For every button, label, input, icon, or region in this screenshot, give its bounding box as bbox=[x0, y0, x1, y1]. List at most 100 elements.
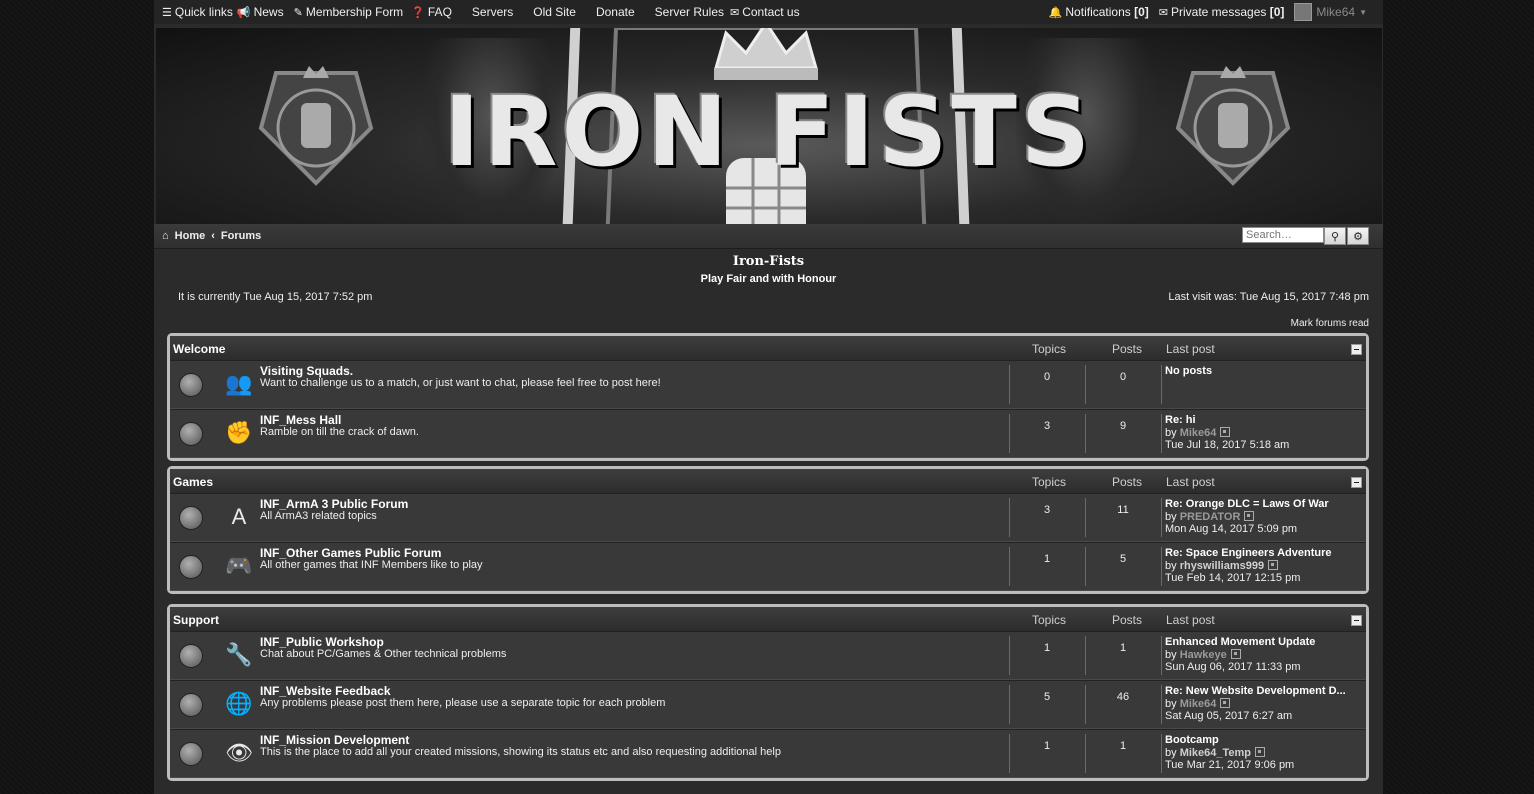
last-post-by-label: by bbox=[1165, 427, 1177, 439]
view-latest-post-icon[interactable] bbox=[1220, 427, 1231, 437]
forum-status-icon bbox=[179, 693, 203, 717]
last-post-title-link[interactable]: No posts bbox=[1165, 365, 1212, 377]
last-post-title-link[interactable]: Re: New Website Development D... bbox=[1165, 685, 1346, 697]
collapse-toggle-icon[interactable] bbox=[1351, 477, 1362, 488]
forum-title-link[interactable]: INF_Mess Hall bbox=[260, 413, 341, 427]
view-latest-post-icon[interactable] bbox=[1220, 698, 1231, 708]
column-divider bbox=[1161, 685, 1162, 724]
view-latest-post-icon[interactable] bbox=[1230, 649, 1241, 659]
column-divider bbox=[1161, 547, 1162, 586]
collapse-toggle-icon[interactable] bbox=[1351, 615, 1362, 626]
last-post-title-link[interactable]: Re: Orange DLC = Laws Of War bbox=[1165, 498, 1329, 510]
forum-description: Any problems please post them here, plea… bbox=[260, 697, 666, 709]
category-title[interactable]: Welcome bbox=[173, 342, 225, 356]
topics-count: 3 bbox=[1043, 420, 1051, 432]
forum-category-support: Support Topics Posts Last post 🔧 INF_Public W… bbox=[167, 604, 1369, 781]
server-rules-link[interactable]: Server Rules bbox=[655, 5, 724, 19]
forum-status-icon bbox=[179, 422, 203, 446]
posts-column-header: Posts bbox=[1112, 342, 1143, 356]
membership-form-link[interactable]: ✎ Membership Form bbox=[294, 5, 404, 19]
column-divider bbox=[1161, 498, 1162, 537]
posts-count: 46 bbox=[1116, 691, 1130, 703]
gear-icon: ⚙ bbox=[1353, 230, 1363, 243]
old-site-link[interactable]: Old Site bbox=[533, 5, 576, 19]
forum-title-link[interactable]: INF_ArmA 3 Public Forum bbox=[260, 497, 408, 511]
eye-icon: 👁 bbox=[225, 740, 253, 765]
last-post-info: Enhanced Movement Update by Hawkeye Sun Au… bbox=[1165, 636, 1315, 673]
forum-row: A INF_ArmA 3 Public Forum All ArmA3 relate… bbox=[170, 493, 1366, 542]
news-link[interactable]: 📢 News bbox=[237, 5, 284, 19]
notifications-count: [0] bbox=[1134, 5, 1149, 19]
forum-title-link[interactable]: INF_Public Workshop bbox=[260, 635, 384, 649]
last-post-title-link[interactable]: Enhanced Movement Update bbox=[1165, 636, 1315, 648]
posts-count: 1 bbox=[1119, 642, 1127, 654]
last-post-author-link[interactable]: Mike64_Temp bbox=[1180, 747, 1251, 759]
top-navbar: ☰ Quick links 📢 News ✎ Membership Form ❓ FAQ… bbox=[154, 0, 1383, 24]
forum-description: All ArmA3 related topics bbox=[260, 510, 377, 522]
topics-count: 3 bbox=[1043, 504, 1051, 516]
servers-link[interactable]: Servers bbox=[472, 5, 513, 19]
search-button[interactable]: ⚲ bbox=[1324, 227, 1346, 245]
quick-links-menu[interactable]: ☰ Quick links bbox=[162, 5, 233, 19]
forum-row: ✊ INF_Mess Hall Ramble on till the crack o… bbox=[170, 409, 1366, 458]
breadcrumb-forums[interactable]: Forums bbox=[221, 230, 261, 242]
arma-logo-icon: A bbox=[231, 504, 247, 529]
last-post-info: No posts bbox=[1165, 365, 1212, 377]
forum-status-icon bbox=[179, 506, 203, 530]
breadcrumb-home[interactable]: Home bbox=[175, 230, 206, 242]
contact-us-link[interactable]: ✉ Contact us bbox=[730, 5, 800, 19]
site-title: Iron-Fists bbox=[732, 254, 805, 269]
view-latest-post-icon[interactable] bbox=[1255, 747, 1266, 757]
forum-row: 🔧 INF_Public Workshop Chat about PC/Games … bbox=[170, 631, 1366, 680]
forum-title-link[interactable]: INF_Mission Development bbox=[260, 733, 409, 747]
column-divider bbox=[1161, 636, 1162, 675]
forum-title-link[interactable]: INF_Other Games Public Forum bbox=[260, 546, 441, 560]
forum-description: This is the place to add all your create… bbox=[260, 746, 781, 758]
page-wrapper: ☰ Quick links 📢 News ✎ Membership Form ❓ FAQ… bbox=[154, 0, 1383, 794]
view-latest-post-icon[interactable] bbox=[1244, 511, 1255, 521]
search-input[interactable] bbox=[1242, 227, 1324, 243]
collapse-toggle-icon[interactable] bbox=[1351, 344, 1362, 355]
notifications-link[interactable]: 🔔 Notifications [0] bbox=[1049, 5, 1149, 19]
last-post-title-link[interactable]: Re: Space Engineers Adventure bbox=[1165, 547, 1331, 559]
faq-link[interactable]: ❓ FAQ bbox=[411, 5, 452, 19]
category-title[interactable]: Support bbox=[173, 613, 219, 627]
last-post-title-link[interactable]: Re: hi bbox=[1165, 414, 1289, 426]
site-banner: IRON FISTS bbox=[156, 28, 1382, 224]
category-title[interactable]: Games bbox=[173, 475, 213, 489]
chevron-down-icon: ▼ bbox=[1359, 7, 1367, 17]
last-post-author-link[interactable]: PREDATOR bbox=[1180, 511, 1241, 523]
last-post-author-link[interactable]: Mike64 bbox=[1180, 698, 1217, 710]
private-messages-link[interactable]: ✉ Private messages [0] bbox=[1159, 5, 1285, 19]
last-post-author-link[interactable]: rhyswilliams999 bbox=[1180, 560, 1264, 572]
last-post-author-link[interactable]: Mike64 bbox=[1180, 427, 1217, 439]
donate-link[interactable]: Donate bbox=[596, 5, 635, 19]
column-divider bbox=[1161, 365, 1162, 404]
soldiers-icon: 👥 bbox=[225, 371, 253, 396]
fist-badge-icon: ✊ bbox=[225, 420, 253, 445]
gamepad-icon: 🎮 bbox=[225, 553, 253, 578]
last-post-author-link[interactable]: Hawkeye bbox=[1180, 649, 1227, 661]
forum-status-icon bbox=[179, 373, 203, 397]
last-post-by-label: by bbox=[1165, 649, 1177, 661]
last-post-column-header: Last post bbox=[1166, 613, 1215, 627]
user-menu[interactable]: Mike64 ▼ bbox=[1294, 3, 1367, 21]
advanced-search-button[interactable]: ⚙ bbox=[1347, 227, 1369, 245]
last-post-time: Mon Aug 14, 2017 5:09 pm bbox=[1165, 523, 1298, 535]
last-post-by-label: by bbox=[1165, 747, 1177, 759]
view-latest-post-icon[interactable] bbox=[1268, 560, 1279, 570]
topics-column-header: Topics bbox=[1032, 613, 1067, 627]
last-post-info: Re: New Website Development D... by Mike6… bbox=[1165, 685, 1346, 722]
forum-category-games: Games Topics Posts Last post A INF_ArmA 3 Pub… bbox=[167, 466, 1369, 594]
category-header: Support Topics Posts Last post bbox=[170, 607, 1366, 631]
last-post-info: Bootcamp by Mike64_Temp Tue Mar 21, 2017 9… bbox=[1165, 734, 1294, 771]
posts-column-header: Posts bbox=[1112, 475, 1143, 489]
mark-forums-read-link[interactable]: Mark forums read bbox=[1291, 318, 1369, 329]
posts-count: 5 bbox=[1119, 553, 1127, 565]
last-post-title-link[interactable]: Bootcamp bbox=[1165, 734, 1294, 746]
column-divider bbox=[1161, 734, 1162, 773]
site-description: Play Fair and with Honour bbox=[700, 273, 837, 285]
forum-title-link[interactable]: Visiting Squads. bbox=[260, 364, 353, 378]
forum-title-link[interactable]: INF_Website Feedback bbox=[260, 684, 391, 698]
last-post-time: Tue Feb 14, 2017 12:15 pm bbox=[1165, 572, 1301, 584]
